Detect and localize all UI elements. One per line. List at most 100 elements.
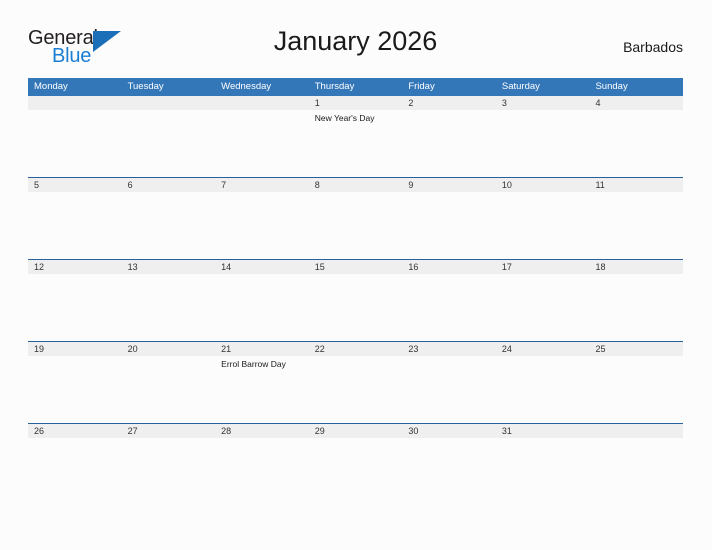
day-cell[interactable]	[496, 356, 590, 423]
calendar-week-row: 26 27 28 29 30 31	[28, 423, 683, 505]
day-number[interactable]: 24	[496, 342, 590, 356]
weekday-header-thursday: Thursday	[314, 81, 355, 92]
day-number[interactable]: 7	[215, 178, 309, 192]
weekday-header-wednesday: Wednesday	[221, 81, 272, 92]
calendar-weeks: 1 2 3 4 New Year's Day 5 6 7 8 9 10 11 12 13 14 15 16 17 1…	[28, 96, 683, 505]
day-number[interactable]: 30	[402, 424, 496, 438]
day-number[interactable]: 8	[309, 178, 403, 192]
day-cell[interactable]	[122, 192, 216, 259]
calendar-week-row: 1 2 3 4 New Year's Day	[28, 96, 683, 177]
day-cell[interactable]	[122, 110, 216, 177]
day-number[interactable]: 14	[215, 260, 309, 274]
holiday-label: Errol Barrow Day	[221, 359, 286, 369]
page-title: January 2026	[273, 26, 438, 56]
day-number[interactable]: 25	[589, 342, 683, 356]
day-cell[interactable]	[309, 356, 403, 423]
day-number-empty	[215, 96, 309, 110]
day-cell[interactable]: New Year's Day	[309, 110, 403, 177]
day-cell[interactable]	[215, 438, 309, 505]
week-body: Errol Barrow Day	[28, 356, 683, 423]
day-number[interactable]: 1	[309, 96, 403, 110]
day-number[interactable]: 4	[589, 96, 683, 110]
weekday-header-friday: Friday	[408, 81, 435, 92]
day-number[interactable]: 16	[402, 260, 496, 274]
day-number[interactable]: 10	[496, 178, 590, 192]
page-header: General Blue January 2026 Barbados	[28, 26, 683, 72]
day-number[interactable]: 18	[589, 260, 683, 274]
holiday-label: New Year's Day	[314, 113, 375, 123]
day-cell[interactable]	[589, 438, 683, 505]
day-cell[interactable]	[496, 438, 590, 505]
day-cell[interactable]	[589, 356, 683, 423]
day-cell[interactable]	[215, 192, 309, 259]
day-cell[interactable]	[28, 356, 122, 423]
day-cell[interactable]	[309, 274, 403, 341]
day-number[interactable]: 13	[122, 260, 216, 274]
day-cell[interactable]	[402, 438, 496, 505]
week-body	[28, 274, 683, 341]
day-number[interactable]: 9	[402, 178, 496, 192]
day-number[interactable]: 5	[28, 178, 122, 192]
calendar-week-row: 12 13 14 15 16 17 18	[28, 259, 683, 341]
day-number[interactable]: 23	[402, 342, 496, 356]
day-cell[interactable]	[402, 274, 496, 341]
day-number[interactable]: 6	[122, 178, 216, 192]
day-number[interactable]: 22	[309, 342, 403, 356]
day-number[interactable]: 20	[122, 342, 216, 356]
day-number-empty	[28, 96, 122, 110]
day-number-strip: 26 27 28 29 30 31	[28, 424, 683, 438]
day-cell[interactable]	[402, 192, 496, 259]
day-cell[interactable]	[28, 192, 122, 259]
day-number[interactable]: 15	[309, 260, 403, 274]
day-cell[interactable]	[28, 274, 122, 341]
day-number[interactable]: 27	[122, 424, 216, 438]
calendar-grid: Monday Tuesday Wednesday Thursday Friday…	[28, 78, 683, 505]
day-number[interactable]: 17	[496, 260, 590, 274]
day-cell[interactable]	[402, 356, 496, 423]
day-number[interactable]: 31	[496, 424, 590, 438]
day-cell[interactable]	[28, 110, 122, 177]
weekday-header-monday: Monday	[34, 81, 68, 92]
day-cell[interactable]	[496, 110, 590, 177]
day-cell[interactable]	[28, 438, 122, 505]
day-number-empty	[589, 424, 683, 438]
day-number[interactable]: 3	[496, 96, 590, 110]
day-number-empty	[122, 96, 216, 110]
weekday-header-row: Monday Tuesday Wednesday Thursday Friday…	[28, 78, 683, 96]
day-cell[interactable]	[215, 110, 309, 177]
day-cell[interactable]: Errol Barrow Day	[215, 356, 309, 423]
day-cell[interactable]	[309, 438, 403, 505]
day-cell[interactable]	[589, 192, 683, 259]
day-number-strip: 1234	[28, 96, 683, 110]
day-number[interactable]: 29	[309, 424, 403, 438]
day-number[interactable]: 12	[28, 260, 122, 274]
week-body	[28, 438, 683, 505]
day-number[interactable]: 2	[402, 96, 496, 110]
day-number-strip: 5 6 7 8 9 10 11	[28, 178, 683, 192]
weekday-header-tuesday: Tuesday	[127, 81, 164, 92]
day-number[interactable]: 19	[28, 342, 122, 356]
day-cell[interactable]	[496, 274, 590, 341]
day-cell[interactable]	[122, 438, 216, 505]
day-cell[interactable]	[122, 356, 216, 423]
week-body	[28, 192, 683, 259]
day-number[interactable]: 21	[215, 342, 309, 356]
calendar-week-row: 19 20 21 22 23 24 25 Errol Barrow Day	[28, 341, 683, 423]
day-cell[interactable]	[122, 274, 216, 341]
day-cell[interactable]	[589, 274, 683, 341]
weekday-header-sunday: Sunday	[595, 81, 628, 92]
day-number[interactable]: 11	[589, 178, 683, 192]
day-cell[interactable]	[309, 192, 403, 259]
week-body: New Year's Day	[28, 110, 683, 177]
day-number-strip: 12 13 14 15 16 17 18	[28, 260, 683, 274]
country-label: Barbados	[623, 39, 683, 55]
day-cell[interactable]	[215, 274, 309, 341]
calendar-page: General Blue January 2026 Barbados Monda…	[0, 0, 712, 550]
day-number[interactable]: 28	[215, 424, 309, 438]
day-number[interactable]: 26	[28, 424, 122, 438]
day-cell[interactable]	[589, 110, 683, 177]
day-cell[interactable]	[496, 192, 590, 259]
day-cell[interactable]	[402, 110, 496, 177]
calendar-week-row: 5 6 7 8 9 10 11	[28, 177, 683, 259]
day-number-strip: 19 20 21 22 23 24 25	[28, 342, 683, 356]
